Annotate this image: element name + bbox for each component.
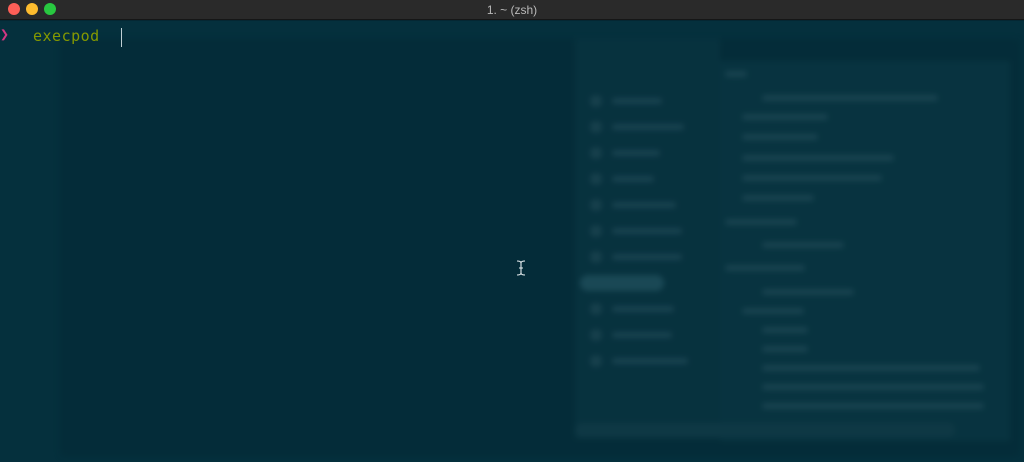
ibeam-cursor-icon (516, 260, 526, 276)
terminal-pane[interactable]: ❯ execpod (0, 21, 1024, 462)
title-bar[interactable]: 1. ~ (zsh) (0, 0, 1024, 20)
close-button[interactable] (8, 3, 20, 15)
text-cursor (121, 28, 122, 47)
command-text[interactable]: execpod (33, 27, 100, 45)
blurred-background-app (0, 21, 1024, 462)
minimize-button[interactable] (26, 3, 38, 15)
terminal-window: 1. ~ (zsh) ❯ execpod (0, 0, 1024, 462)
maximize-button[interactable] (44, 3, 56, 15)
window-controls (8, 3, 56, 15)
prompt-symbol: ❯ (0, 25, 10, 43)
window-title: 1. ~ (zsh) (486, 2, 538, 17)
